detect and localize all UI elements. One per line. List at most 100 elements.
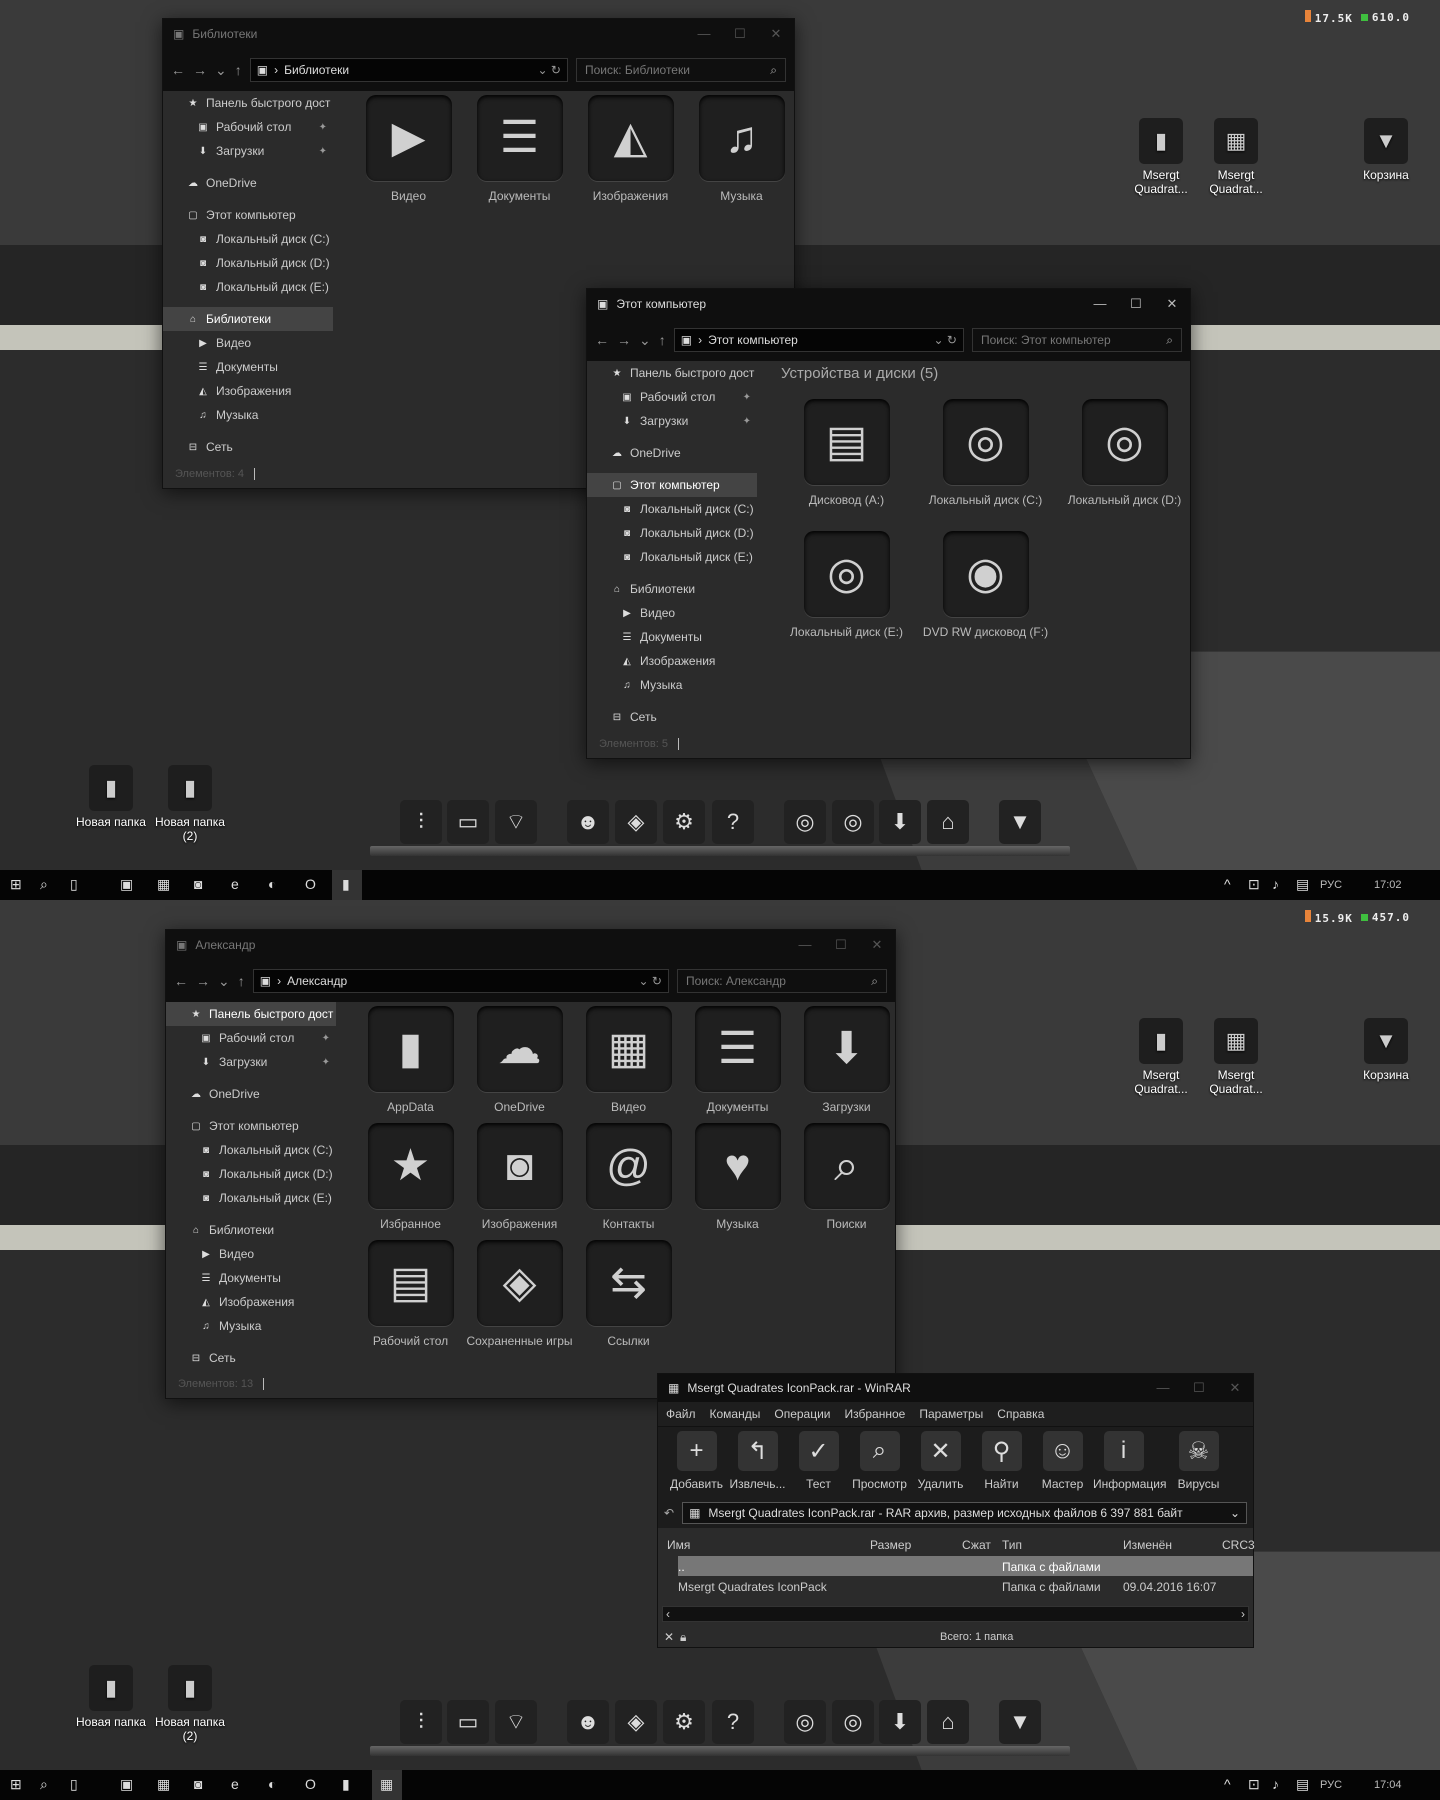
desktop-icon-msergt-rar[interactable]: ▦ Msergt Quadrat... bbox=[1198, 1018, 1274, 1096]
language-indicator[interactable]: РУС bbox=[1320, 879, 1342, 891]
edge-icon[interactable]: e bbox=[231, 1776, 239, 1792]
nav-item[interactable]: ◭ Изображения bbox=[163, 379, 333, 403]
nav-item[interactable]: ☰ Документы bbox=[163, 355, 333, 379]
task-view-icon[interactable]: ▯ bbox=[70, 1776, 78, 1793]
nav-item[interactable]: ◙ Локальный диск (C:) bbox=[163, 227, 333, 251]
help-icon[interactable]: ? bbox=[712, 800, 754, 844]
folder-item[interactable]: ▮ AppData bbox=[356, 1006, 465, 1123]
hdd-icon[interactable]: ◎ bbox=[784, 800, 826, 844]
folder-item[interactable]: ⌕ Поиски bbox=[792, 1123, 901, 1240]
notifications-icon[interactable]: ▤ bbox=[1296, 876, 1309, 893]
network-icon[interactable]: ⊡ bbox=[1248, 876, 1260, 893]
desktop-icon-new-folder[interactable]: ▮ Новая папка bbox=[73, 765, 149, 829]
horizontal-scrollbar[interactable]: ‹ › bbox=[662, 1606, 1249, 1622]
nav-item[interactable]: ◙ Локальный диск (E:) bbox=[166, 1186, 336, 1210]
folder-item[interactable]: ★ Избранное bbox=[356, 1123, 465, 1240]
app-icon[interactable]: ▦ bbox=[157, 1776, 170, 1793]
notifications-icon[interactable]: ▤ bbox=[1296, 1776, 1309, 1793]
settings-icon[interactable]: ⚙ bbox=[663, 800, 705, 844]
toolbar-button[interactable]: ⌕ Просмотр bbox=[849, 1431, 910, 1491]
toolbar-button[interactable]: ⚲ Найти bbox=[971, 1431, 1032, 1491]
nav-item[interactable]: ▣ Рабочий стол ✦ bbox=[587, 385, 757, 409]
close-icon[interactable]: ✕ bbox=[664, 1630, 674, 1644]
show-hidden-icons[interactable]: ^ bbox=[1224, 876, 1231, 892]
folder-item[interactable]: ♥ Музыка bbox=[683, 1123, 792, 1240]
scroll-left-icon[interactable]: ‹ bbox=[666, 1607, 670, 1621]
nav-item[interactable]: ▶ Видео bbox=[166, 1242, 336, 1266]
nav-item[interactable]: ◙ Локальный диск (D:) bbox=[163, 251, 333, 275]
folder-item[interactable]: ◙ Изображения bbox=[465, 1123, 574, 1240]
nav-item[interactable]: ☁ OneDrive bbox=[587, 441, 757, 465]
app-icon[interactable]: ◐ bbox=[268, 1776, 276, 1792]
nav-item[interactable]: ♫ Музыка bbox=[163, 403, 333, 427]
col-packed[interactable]: Сжат bbox=[962, 1538, 991, 1552]
minimize-button[interactable]: — bbox=[1082, 296, 1118, 312]
folder-item[interactable]: ▦ Видео bbox=[574, 1006, 683, 1123]
monitor-icon[interactable]: ▭ bbox=[447, 800, 489, 844]
back-button[interactable]: ← bbox=[595, 332, 609, 348]
recent-dropdown[interactable]: ⌄ bbox=[218, 973, 230, 990]
close-button[interactable]: ✕ bbox=[1154, 296, 1190, 312]
folder-item[interactable]: ☰ Документы bbox=[683, 1006, 792, 1123]
toolbar-button[interactable]: i Информация bbox=[1093, 1431, 1166, 1491]
file-row[interactable]: .. Папка с файлами bbox=[678, 1556, 1253, 1576]
menu-5[interactable]: Справка bbox=[997, 1407, 1044, 1421]
search-input[interactable]: Поиск: Александр ⌕ bbox=[677, 969, 887, 993]
mixer-icon[interactable]: ⫶ bbox=[400, 1700, 442, 1744]
folder-item[interactable]: ▤ Дисковод (A:) bbox=[777, 399, 916, 531]
search-input[interactable]: Поиск: Этот компьютер ⌕ bbox=[972, 328, 1182, 352]
maximize-button[interactable]: ☐ bbox=[823, 937, 859, 953]
nav-item[interactable]: ◭ Изображения bbox=[166, 1290, 336, 1314]
nav-item[interactable]: ⌂ Библиотеки bbox=[163, 307, 333, 331]
nav-item[interactable]: ⊟ Сеть bbox=[166, 1346, 336, 1370]
recycle-bin-icon[interactable]: ▼ bbox=[999, 800, 1041, 844]
nav-item[interactable]: ★ Панель быстрого дост bbox=[163, 91, 333, 115]
pin-icon[interactable]: ✦ bbox=[743, 392, 751, 403]
folder-item[interactable]: ◎ Локальный диск (E:) bbox=[777, 531, 916, 663]
desktop-icon-new-folder-2[interactable]: ▮ Новая папка (2) bbox=[152, 1665, 228, 1743]
file-row[interactable]: Msergt Quadrates IconPack Папка с файлами… bbox=[658, 1576, 1253, 1596]
app-icon[interactable]: ◙ bbox=[194, 876, 202, 892]
gamepad-icon[interactable]: ◈ bbox=[615, 800, 657, 844]
app-icon[interactable]: ▦ bbox=[157, 876, 170, 893]
desktop-icon-new-folder-2[interactable]: ▮ Новая папка (2) bbox=[152, 765, 228, 843]
opera-icon[interactable]: O bbox=[305, 876, 316, 892]
col-size[interactable]: Размер bbox=[870, 1538, 911, 1552]
section-header[interactable]: Устройства и диски (5) bbox=[781, 365, 938, 382]
nav-item[interactable]: ♫ Музыка bbox=[166, 1314, 336, 1338]
desktop-icon-msergt-folder[interactable]: ▮ Msergt Quadrat... bbox=[1123, 118, 1199, 196]
nav-item[interactable]: ◙ Локальный диск (D:) bbox=[587, 521, 757, 545]
pin-icon[interactable]: ✦ bbox=[319, 146, 327, 157]
pin-icon[interactable]: ✦ bbox=[322, 1057, 330, 1068]
folder-item[interactable]: ▶ Видео bbox=[353, 95, 464, 225]
opera-icon[interactable]: O bbox=[305, 1776, 316, 1792]
forward-button[interactable]: → bbox=[193, 62, 207, 78]
nav-item[interactable]: ☁ OneDrive bbox=[166, 1082, 336, 1106]
nav-item[interactable]: ◙ Локальный диск (C:) bbox=[166, 1138, 336, 1162]
up-button[interactable]: ↑ bbox=[659, 332, 666, 348]
hdd-icon[interactable]: ◎ bbox=[832, 800, 874, 844]
pin-icon[interactable]: ✦ bbox=[319, 122, 327, 133]
maximize-button[interactable]: ☐ bbox=[1118, 296, 1154, 312]
app-icon[interactable]: ◙ bbox=[194, 1776, 202, 1792]
user-icon[interactable]: ☻ bbox=[567, 800, 609, 844]
desktop-icon-recycle-bin[interactable]: ▼ Корзина bbox=[1348, 1018, 1424, 1082]
nav-item[interactable]: ☰ Документы bbox=[166, 1266, 336, 1290]
toolbar-button[interactable]: ☠ Вирусы bbox=[1168, 1431, 1229, 1491]
nav-item[interactable]: ▶ Видео bbox=[587, 601, 757, 625]
folder-item[interactable]: ◎ Локальный диск (C:) bbox=[916, 399, 1055, 531]
menu-3[interactable]: Избранное bbox=[845, 1407, 906, 1421]
recent-dropdown[interactable]: ⌄ bbox=[639, 332, 651, 349]
nav-item[interactable]: ⌂ Библиотеки bbox=[587, 577, 757, 601]
nav-item[interactable]: ◙ Локальный диск (D:) bbox=[166, 1162, 336, 1186]
folder-item[interactable]: ◈ Сохраненные игры bbox=[465, 1240, 574, 1357]
col-crc[interactable]: CRC3 bbox=[1222, 1538, 1255, 1552]
router-icon[interactable]: ⌔ bbox=[495, 800, 537, 844]
toolbar-button[interactable]: ✓ Тест bbox=[788, 1431, 849, 1491]
col-type[interactable]: Тип bbox=[1002, 1538, 1022, 1552]
back-button[interactable]: ← bbox=[171, 62, 185, 78]
col-name[interactable]: Имя bbox=[667, 1538, 690, 1552]
user-icon[interactable]: ☻ bbox=[567, 1700, 609, 1744]
minimize-button[interactable]: — bbox=[787, 937, 823, 953]
library-icon[interactable]: ⌂ bbox=[927, 800, 969, 844]
